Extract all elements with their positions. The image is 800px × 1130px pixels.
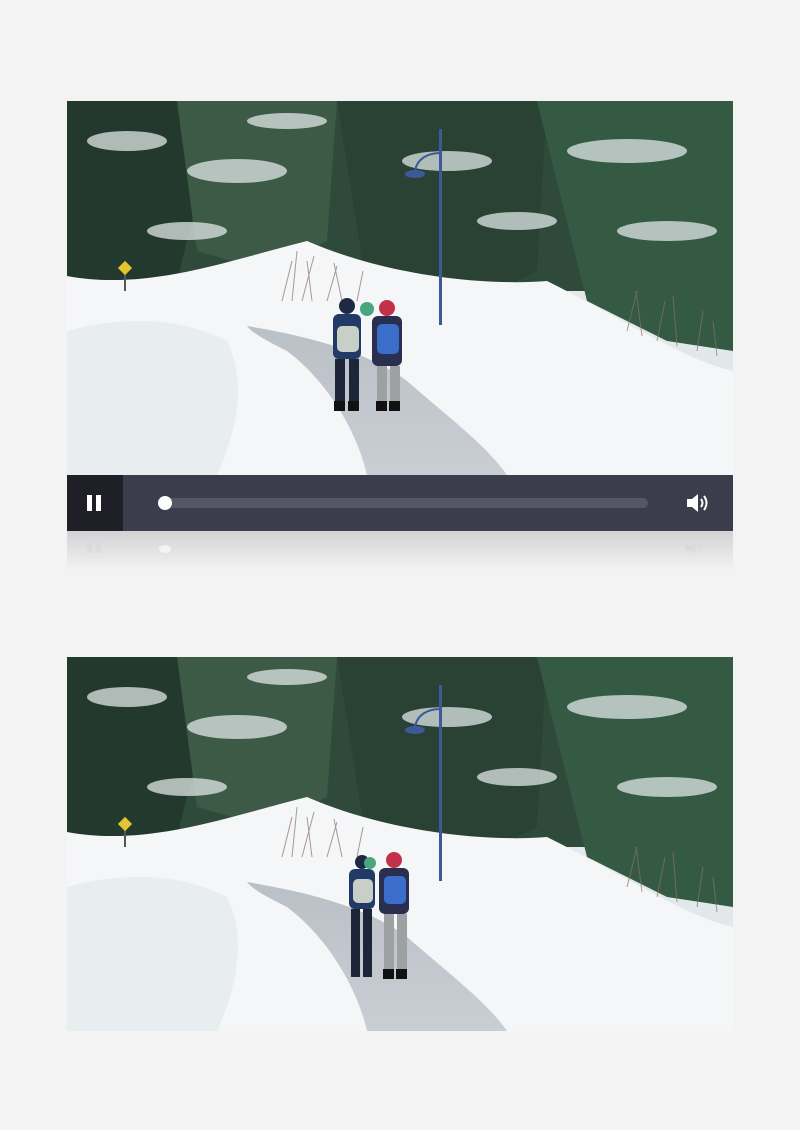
video-still-snowy-path [67, 101, 733, 475]
video-frame-top[interactable] [67, 101, 733, 475]
progress-knob[interactable] [158, 496, 172, 510]
pause-button[interactable] [67, 475, 123, 531]
volume-button[interactable] [685, 491, 711, 515]
volume-icon [687, 494, 708, 512]
volume-icon-reflection [685, 543, 702, 553]
control-bar-reflection [67, 531, 733, 571]
pause-icon [87, 495, 101, 511]
hiker-child [360, 302, 374, 316]
video-frame-bottom [67, 657, 733, 1031]
pause-icon-reflection [87, 543, 101, 553]
knob-reflection [159, 545, 171, 553]
video-control-bar [67, 475, 733, 531]
progress-track[interactable] [158, 496, 648, 510]
video-still-snowy-path-2 [67, 657, 733, 1031]
